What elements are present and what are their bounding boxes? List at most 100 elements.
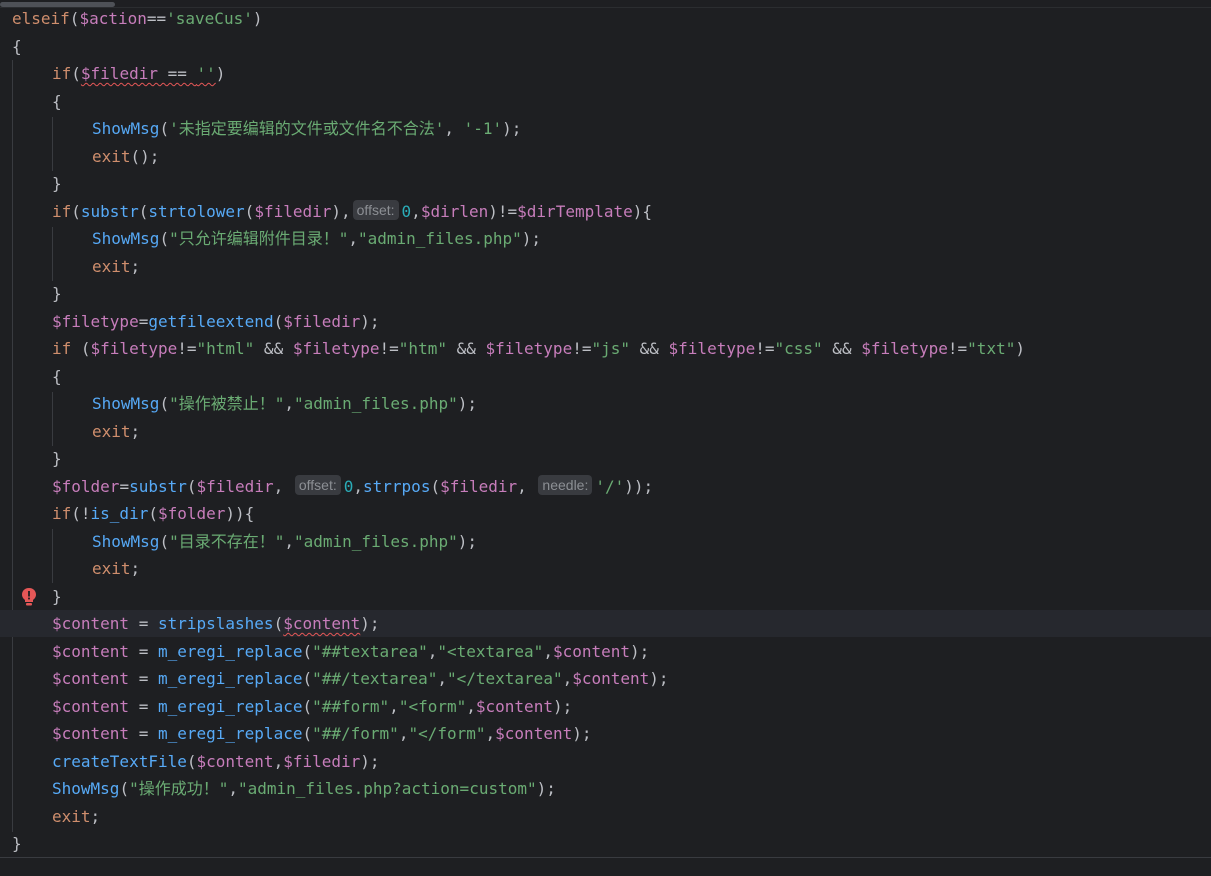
code-token: ( — [159, 394, 170, 413]
code-token: "</textarea" — [446, 669, 563, 688]
code-line-text[interactable]: ShowMsg("操作被禁止！","admin_files.php"); — [92, 390, 477, 417]
code-line[interactable]: $content = m_eregi_replace("##form","<fo… — [0, 693, 1211, 720]
code-line[interactable]: } — [0, 830, 1211, 857]
code-line[interactable]: exit; — [0, 253, 1211, 280]
code-line-text[interactable]: ShowMsg("只允许编辑附件目录！","admin_files.php"); — [92, 225, 541, 252]
code-line[interactable]: { — [0, 88, 1211, 115]
code-line[interactable]: exit; — [0, 803, 1211, 830]
code-line-text[interactable]: } — [12, 830, 22, 857]
code-line-text[interactable]: ShowMsg("目录不存在！","admin_files.php"); — [92, 528, 477, 555]
code-token: '未指定要编辑的文件或文件名不合法' — [169, 119, 445, 138]
code-line[interactable]: $folder=substr($filedir, offset: 0,strrpo… — [0, 473, 1211, 500]
code-token: != — [572, 339, 592, 358]
code-token: , — [437, 669, 447, 688]
code-token: } — [52, 449, 62, 468]
code-token: "admin_files.php" — [294, 394, 458, 413]
code-token: ( — [186, 476, 197, 496]
code-line-text[interactable]: } — [52, 583, 62, 610]
code-line[interactable]: $content = stripslashes($content); — [0, 610, 1211, 637]
code-line-text[interactable]: $content = m_eregi_replace("##textarea",… — [52, 638, 649, 665]
code-token: ShowMsg — [92, 531, 160, 551]
code-line[interactable]: } — [0, 280, 1211, 307]
code-line-text[interactable]: { — [12, 33, 22, 60]
code-line[interactable]: { — [0, 363, 1211, 390]
code-line-text[interactable]: $folder=substr($filedir, offset: 0,strrpo… — [52, 473, 653, 500]
code-token: )); — [624, 476, 654, 496]
code-line-text[interactable]: $filetype=getfileextend($filedir); — [52, 308, 380, 335]
code-token: "admin_files.php?action=custom" — [238, 779, 537, 798]
code-line[interactable]: } — [0, 170, 1211, 197]
code-token: { — [244, 504, 255, 523]
code-editor[interactable]: elseif($action=='saveCus'){if($filedir =… — [0, 0, 1211, 876]
code-line[interactable]: elseif($action=='saveCus') — [0, 5, 1211, 32]
code-token: ( — [302, 724, 313, 743]
code-token: ( — [244, 201, 255, 221]
code-line-text[interactable]: ShowMsg("操作成功！","admin_files.php?action=… — [52, 775, 556, 802]
code-line-text[interactable]: if(substr(strtolower($filedir), offset: 0,… — [52, 198, 652, 225]
code-token: "##textarea" — [312, 641, 428, 661]
code-line-text[interactable]: $content = stripslashes($content); — [52, 610, 380, 637]
code-line[interactable]: $content = m_eregi_replace("##/form","</… — [0, 720, 1211, 747]
code-token: ; — [130, 256, 141, 276]
code-line-text[interactable]: $content = m_eregi_replace("##form","<fo… — [52, 693, 572, 720]
code-token: $filedir — [80, 64, 158, 83]
code-line-text[interactable]: { — [52, 88, 62, 115]
code-token: ( — [186, 751, 197, 771]
code-line[interactable]: ShowMsg("操作被禁止！","admin_files.php"); — [0, 390, 1211, 417]
code-line-text[interactable]: createTextFile($content,$filedir); — [52, 748, 380, 775]
code-line[interactable]: { — [0, 33, 1211, 60]
code-line[interactable]: exit(); — [0, 143, 1211, 170]
code-line-text[interactable]: if($filedir == '') — [52, 60, 225, 87]
code-line[interactable]: $content = m_eregi_replace("##textarea",… — [0, 638, 1211, 665]
code-line-text[interactable]: $content = m_eregi_replace("##/form","</… — [52, 720, 591, 747]
code-line-text[interactable]: ShowMsg('未指定要编辑的文件或文件名不合法', '-1'); — [92, 115, 521, 142]
code-token: $filedir — [283, 751, 361, 771]
code-line-text[interactable]: elseif($action=='saveCus') — [12, 5, 262, 32]
code-line[interactable]: ShowMsg("只允许编辑附件目录！","admin_files.php"); — [0, 225, 1211, 252]
code-line[interactable]: if(!is_dir($folder)){ — [0, 500, 1211, 527]
code-line[interactable]: $content = m_eregi_replace("##/textarea"… — [0, 665, 1211, 692]
code-token: $content — [52, 641, 130, 661]
code-line-text[interactable]: if(!is_dir($folder)){ — [52, 500, 254, 527]
code-line-text[interactable]: if ($filetype!="html" && $filetype!="htm… — [52, 335, 1025, 362]
code-token: "操作被禁止！" — [169, 394, 285, 413]
code-token: $content — [495, 724, 573, 743]
code-line-text[interactable]: exit; — [92, 253, 140, 280]
code-token: , — [543, 641, 553, 661]
code-token: { — [52, 91, 62, 111]
code-line-text[interactable]: exit; — [92, 418, 140, 445]
code-line-text[interactable]: } — [52, 280, 62, 307]
code-line-text[interactable]: $content = m_eregi_replace("##/textarea"… — [52, 665, 669, 692]
code-token: m_eregi_replace — [157, 669, 303, 688]
code-line[interactable]: } — [0, 445, 1211, 472]
code-line[interactable]: exit; — [0, 555, 1211, 582]
code-line[interactable]: ShowMsg('未指定要编辑的文件或文件名不合法', '-1'); — [0, 115, 1211, 142]
code-token: "html" — [196, 339, 255, 358]
code-line[interactable]: if(substr(strtolower($filedir), offset: 0,… — [0, 198, 1211, 225]
code-line[interactable]: exit; — [0, 418, 1211, 445]
code-token: ; — [90, 806, 101, 826]
code-line[interactable]: $filetype=getfileextend($filedir); — [0, 308, 1211, 335]
code-line[interactable]: } — [0, 583, 1211, 610]
code-token: $filedir — [196, 476, 274, 496]
code-token: 0 — [343, 476, 354, 496]
code-token: substr — [129, 476, 187, 496]
code-line-text[interactable]: } — [52, 170, 62, 197]
code-line-text[interactable]: exit(); — [92, 143, 159, 170]
code-token: ; — [130, 559, 141, 578]
code-token: if — [52, 201, 72, 221]
code-line[interactable]: ShowMsg("目录不存在！","admin_files.php"); — [0, 528, 1211, 555]
code-token: ( — [302, 641, 313, 661]
code-line-text[interactable]: exit; — [92, 555, 140, 582]
code-token: } — [12, 834, 22, 853]
code-line[interactable]: createTextFile($content,$filedir); — [0, 748, 1211, 775]
code-line-text[interactable]: { — [52, 363, 62, 390]
code-line-text[interactable]: } — [52, 445, 62, 472]
code-token: substr — [80, 201, 139, 221]
code-line-text[interactable]: exit; — [52, 803, 100, 830]
code-line[interactable]: ShowMsg("操作成功！","admin_files.php?action=… — [0, 775, 1211, 802]
code-line[interactable]: if ($filetype!="html" && $filetype!="htm… — [0, 335, 1211, 362]
code-token: "css" — [774, 339, 823, 358]
code-line[interactable]: if($filedir == '') — [0, 60, 1211, 87]
error-bulb-icon[interactable] — [20, 587, 38, 607]
